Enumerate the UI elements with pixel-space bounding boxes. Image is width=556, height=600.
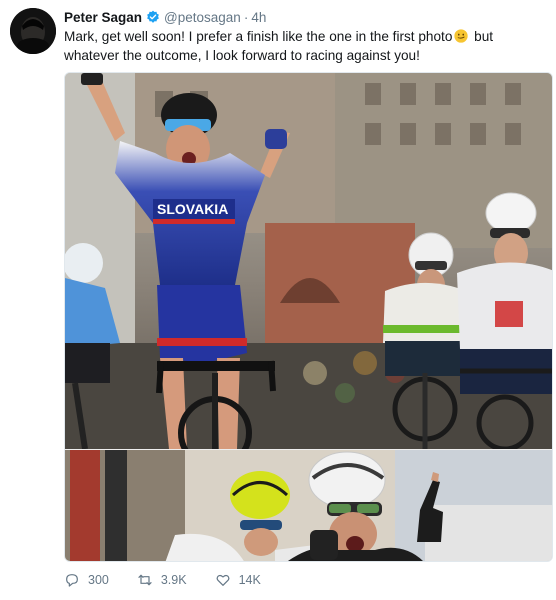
photo-winner-celebrating[interactable]: SLOVAKIA xyxy=(65,73,552,470)
reply-icon xyxy=(66,574,78,587)
tweet-header: Peter Sagan @petosagan · 4h xyxy=(64,8,266,26)
tweet-text: Mark, get well soon! I prefer a finish l… xyxy=(64,27,544,65)
retweet-button[interactable]: 3.9K xyxy=(137,572,187,588)
verified-badge-icon xyxy=(146,10,160,24)
retweet-icon xyxy=(138,574,152,586)
jersey-text: SLOVAKIA xyxy=(157,201,228,217)
timestamp[interactable]: 4h xyxy=(251,10,266,25)
reply-count: 300 xyxy=(88,573,109,587)
tweet-media[interactable]: SLOVAKIA xyxy=(64,72,553,562)
photo-sprint-finish[interactable] xyxy=(65,450,552,561)
display-name[interactable]: Peter Sagan xyxy=(64,10,142,25)
avatar[interactable] xyxy=(10,8,56,54)
like-count: 14K xyxy=(238,573,261,587)
user-handle[interactable]: @petosagan xyxy=(164,10,241,25)
smirk-emoji-icon xyxy=(454,29,469,43)
separator: · xyxy=(243,9,249,25)
like-button[interactable]: 14K xyxy=(215,572,261,588)
retweet-count: 3.9K xyxy=(160,573,187,587)
tweet-text-part1: Mark, get well soon! I prefer a finish l… xyxy=(64,29,453,44)
tweet: Peter Sagan @petosagan · 4h Mark, get we… xyxy=(0,0,556,600)
tweet-actions: 300 3.9K 14K xyxy=(64,572,289,588)
reply-button[interactable]: 300 xyxy=(64,572,109,588)
heart-icon xyxy=(216,574,230,586)
